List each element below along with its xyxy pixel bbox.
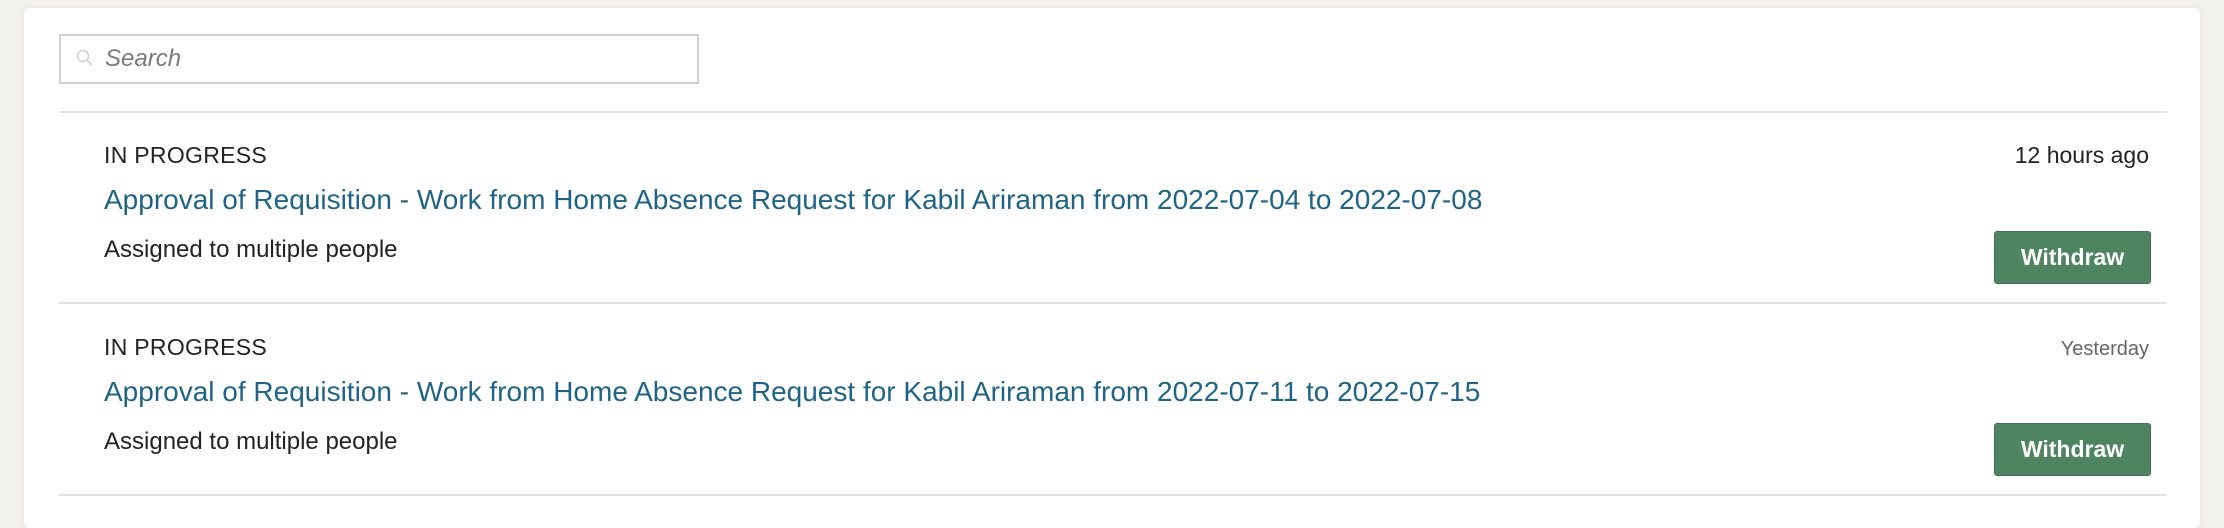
timestamp: Yesterday: [2060, 338, 2149, 360]
task-title-link[interactable]: Approval of Requisition - Work from Home…: [104, 376, 1480, 408]
task-title-link[interactable]: Approval of Requisition - Work from Home…: [104, 184, 1482, 216]
search-field[interactable]: [59, 34, 699, 84]
status-label: IN PROGRESS: [104, 334, 268, 360]
search-icon: [76, 49, 93, 66]
withdraw-button[interactable]: Withdraw: [1994, 423, 2151, 476]
list-item: IN PROGRESS 12 hours ago Approval of Req…: [59, 112, 2167, 302]
assignee-text: Assigned to multiple people: [104, 428, 398, 455]
list-divider: [59, 494, 2167, 496]
assignee-text: Assigned to multiple people: [104, 236, 398, 263]
search-input[interactable]: [105, 36, 685, 82]
timestamp: 12 hours ago: [2014, 142, 2149, 168]
status-label: IN PROGRESS: [104, 142, 268, 168]
list-item: IN PROGRESS Yesterday Approval of Requis…: [59, 304, 2167, 494]
withdraw-button[interactable]: Withdraw: [1994, 231, 2151, 284]
worklist-panel: IN PROGRESS 12 hours ago Approval of Req…: [24, 8, 2200, 528]
